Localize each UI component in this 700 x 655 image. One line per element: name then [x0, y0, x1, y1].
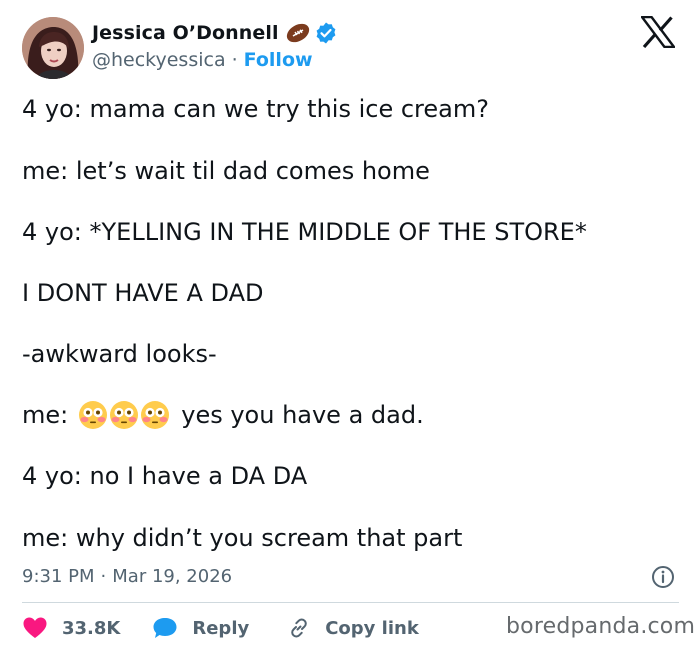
speech-bubble-icon	[153, 618, 177, 638]
tweet-line-with-emoji: me: yes you have a dad.	[22, 400, 424, 430]
avatar[interactable]	[22, 17, 84, 79]
flushed-face-emoji-icon	[79, 401, 108, 429]
reply-label: Reply	[192, 617, 250, 639]
watermark: boredpanda.com	[506, 614, 696, 639]
separator-dot: ·	[231, 49, 238, 71]
separator-dot: ·	[100, 566, 107, 587]
flushed-face-emoji-icon	[110, 401, 139, 429]
tweet-card: Jessica O’Donnell @heckyessica · Follow …	[0, 0, 700, 655]
tweet-line-prefix: me:	[22, 401, 69, 429]
verified-badge-icon	[316, 22, 336, 44]
flushed-face-emoji-icon	[141, 401, 170, 429]
timestamp-date: Mar 19, 2026	[112, 566, 233, 587]
tweet-line: me: let’s wait til dad comes home	[22, 157, 430, 185]
x-logo-icon[interactable]	[641, 16, 675, 48]
copy-link-button[interactable]: Copy link	[287, 616, 419, 640]
tweet-line: 4 yo: *YELLING IN THE MIDDLE OF THE STOR…	[22, 218, 587, 246]
tweet-line: me: why didn’t you scream that part	[22, 524, 463, 552]
like-count: 33.8K	[62, 617, 121, 639]
author-handle[interactable]: @heckyessica	[92, 49, 226, 71]
tweet-line: I DONT HAVE A DAD	[22, 279, 264, 307]
link-icon	[291, 618, 307, 638]
heart-icon	[23, 617, 47, 638]
copy-link-label: Copy link	[325, 617, 419, 639]
emoji-group	[78, 400, 171, 430]
tweet-timestamp[interactable]: 9:31 PM · Mar 19, 2026	[22, 566, 232, 587]
divider	[22, 602, 679, 603]
like-button[interactable]: 33.8K	[22, 616, 120, 640]
info-icon[interactable]	[651, 565, 675, 589]
author-name-row: Jessica O’Donnell	[92, 20, 338, 46]
american-football-icon	[286, 23, 309, 43]
tweet-line: 4 yo: no I have a DA DA	[22, 462, 308, 490]
tweet-line-suffix: yes you have a dad.	[181, 401, 424, 429]
tweet-actions: 33.8K Reply Copy link	[22, 612, 419, 644]
avatar-image	[22, 17, 84, 79]
tweet-line: 4 yo: mama can we try this ice cream?	[22, 95, 489, 123]
tweet-line: -awkward looks-	[22, 340, 217, 368]
author-handle-row: @heckyessica · Follow	[92, 48, 313, 72]
follow-button[interactable]: Follow	[244, 49, 313, 71]
timestamp-time: 9:31 PM	[22, 566, 95, 587]
reply-button[interactable]: Reply	[152, 616, 249, 640]
author-display-name[interactable]: Jessica O’Donnell	[92, 22, 279, 44]
